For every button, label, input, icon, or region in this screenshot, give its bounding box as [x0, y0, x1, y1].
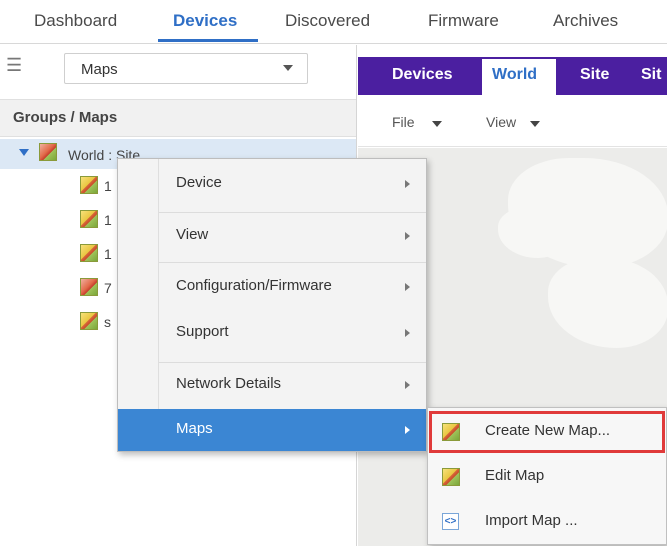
- menu-item-label: Configuration/Firmware: [176, 277, 332, 294]
- groups-maps-title: Groups / Maps: [13, 109, 118, 126]
- tab-devices[interactable]: Devices: [173, 11, 237, 31]
- chevron-right-icon: [405, 232, 410, 240]
- menu-item-network-details[interactable]: Network Details: [118, 364, 426, 406]
- menu-item-label: Maps: [176, 420, 213, 437]
- tab-dashboard[interactable]: Dashboard: [34, 11, 117, 31]
- submenu-item-label: Create New Map...: [485, 422, 611, 439]
- maps-submenu: Create New Map... Edit Map <> Import Map…: [427, 407, 667, 545]
- menu-item-configuration-firmware[interactable]: Configuration/Firmware: [118, 266, 426, 308]
- chevron-right-icon: [405, 329, 410, 337]
- expand-caret-icon[interactable]: [19, 149, 29, 156]
- map-icon: [80, 244, 98, 262]
- tab-archives[interactable]: Archives: [553, 11, 618, 31]
- edit-map-icon: [442, 468, 460, 486]
- edit-map-item[interactable]: Edit Map: [428, 455, 666, 499]
- site-map-icon: [39, 143, 57, 161]
- map-landmass: [498, 208, 568, 258]
- map-icon: [80, 312, 98, 330]
- menu-item-maps[interactable]: Maps: [118, 409, 426, 451]
- menu-item-device[interactable]: Device: [118, 163, 426, 205]
- active-tab-underline: [158, 39, 258, 42]
- tab-devices-map[interactable]: Devices: [392, 66, 453, 84]
- top-nav: Dashboard Devices Discovered Firmware Ar…: [0, 0, 667, 44]
- chevron-right-icon: [405, 381, 410, 389]
- menu-item-view[interactable]: View: [118, 215, 426, 257]
- menu-separator: [159, 262, 426, 263]
- view-menu[interactable]: View: [486, 114, 516, 130]
- chevron-right-icon: [405, 180, 410, 188]
- create-map-icon: [442, 423, 460, 441]
- tree-child-label[interactable]: 7: [104, 280, 112, 296]
- menu-separator: [159, 362, 426, 363]
- site-map-icon: [80, 278, 98, 296]
- menu-item-label: Device: [176, 174, 222, 191]
- menu-item-label: Support: [176, 323, 229, 340]
- tree-child-label[interactable]: s: [104, 314, 111, 330]
- import-map-icon: <>: [442, 513, 459, 530]
- map-tab-bar: Devices World Site Sit: [358, 57, 667, 95]
- tree-child-label[interactable]: 1: [104, 212, 112, 228]
- map-toolbar: File View: [358, 95, 667, 147]
- file-menu[interactable]: File: [392, 114, 415, 130]
- tab-site-overflow[interactable]: Sit: [641, 66, 661, 84]
- menu-item-label: Network Details: [176, 375, 282, 392]
- submenu-item-label: Import Map ...: [485, 512, 578, 529]
- file-chevron-down-icon[interactable]: [432, 121, 442, 127]
- menu-item-label: View: [176, 226, 209, 243]
- tab-discovered[interactable]: Discovered: [285, 11, 370, 31]
- chevron-right-icon: [405, 426, 410, 434]
- view-chevron-down-icon[interactable]: [530, 121, 540, 127]
- map-icon: [80, 176, 98, 194]
- chevron-down-icon: [283, 65, 293, 71]
- map-landmass: [548, 258, 667, 348]
- menu-item-support[interactable]: Support: [118, 312, 426, 354]
- tab-site[interactable]: Site: [580, 66, 609, 84]
- create-new-map-item[interactable]: Create New Map...: [428, 410, 666, 454]
- view-select[interactable]: Maps: [64, 53, 308, 84]
- view-select-value: Maps: [81, 61, 118, 78]
- groups-maps-header: Groups / Maps: [0, 99, 356, 137]
- submenu-item-label: Edit Map: [485, 467, 545, 484]
- import-map-item[interactable]: <> Import Map ...: [428, 500, 666, 544]
- tab-world[interactable]: World: [482, 59, 556, 95]
- tab-world-label: World: [492, 66, 538, 83]
- chevron-right-icon: [405, 283, 410, 291]
- tree-child-label[interactable]: 1: [104, 246, 112, 262]
- menu-separator: [159, 212, 426, 213]
- tree-child-label[interactable]: 1: [104, 178, 112, 194]
- tab-firmware[interactable]: Firmware: [428, 11, 499, 31]
- hamburger-menu-icon[interactable]: ☰: [6, 55, 22, 76]
- context-menu: Device View Configuration/Firmware Suppo…: [117, 158, 427, 452]
- map-icon: [80, 210, 98, 228]
